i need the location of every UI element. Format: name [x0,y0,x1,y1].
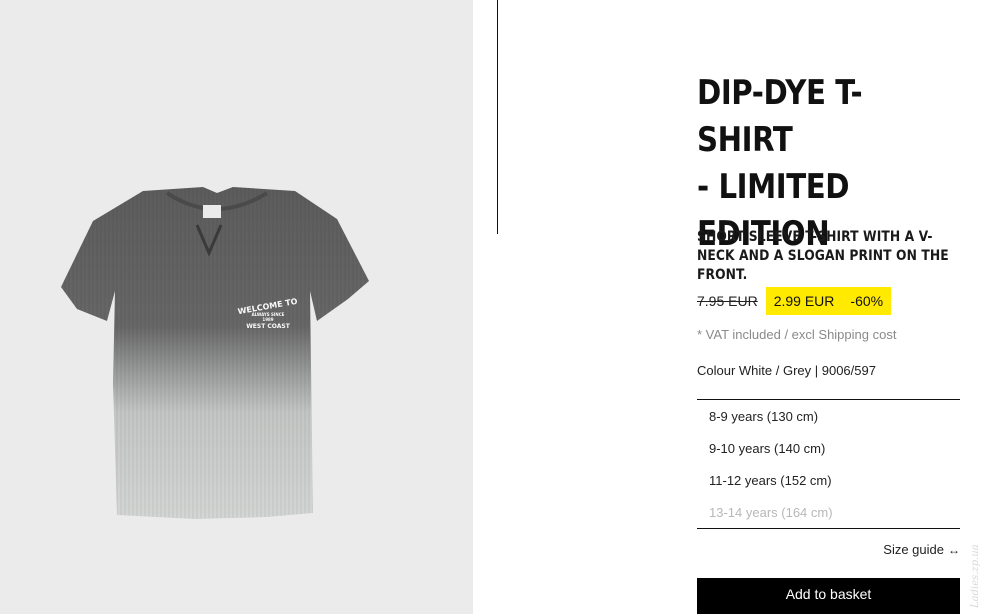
product-description: SHORT SLEEVE T-SHIRT WITH A V-NECK AND A… [697,229,949,283]
price-row: 7.95 EUR 2.99 EUR -60% [697,287,892,315]
ruler-icon: ↔ [948,542,960,557]
size-option-11-12[interactable]: 11-12 years (152 cm) [709,473,832,488]
product-photo[interactable]: WELCOME TO ALWAYS SINCE 1989 WEST COAST [55,183,380,523]
size-option-8-9[interactable]: 8-9 years (130 cm) [709,409,818,424]
colour-info: Colour White / Grey | 9006/597 [697,363,876,378]
product-image-panel[interactable]: WELCOME TO ALWAYS SINCE 1989 WEST COAST [0,0,473,614]
slogan-line-3: 1989 [262,317,273,322]
size-guide-link[interactable]: Size guide ↔ [883,542,960,557]
watermark-text: Ladies.zp.ua [970,544,981,608]
old-price: 7.95 EUR [697,293,758,309]
slogan-line-4: WEST COAST [246,323,291,330]
size-list: 8-9 years (130 cm) 9-10 years (140 cm) 1… [697,399,960,529]
size-guide-label: Size guide [883,542,944,557]
garment-label [203,205,221,218]
new-price: 2.99 EUR [773,293,835,309]
discount-percent: -60% [850,293,884,309]
watermark: Ladies.zp.ua [968,490,982,610]
size-option-9-10[interactable]: 9-10 years (140 cm) [709,441,825,456]
sale-price-badge: 2.99 EUR -60% [765,287,892,315]
add-to-basket-button[interactable]: Add to basket [697,578,960,614]
vat-note: * VAT included / excl Shipping cost [697,327,897,342]
size-option-13-14: 13-14 years (164 cm) [709,505,833,520]
vertical-divider [497,0,498,234]
